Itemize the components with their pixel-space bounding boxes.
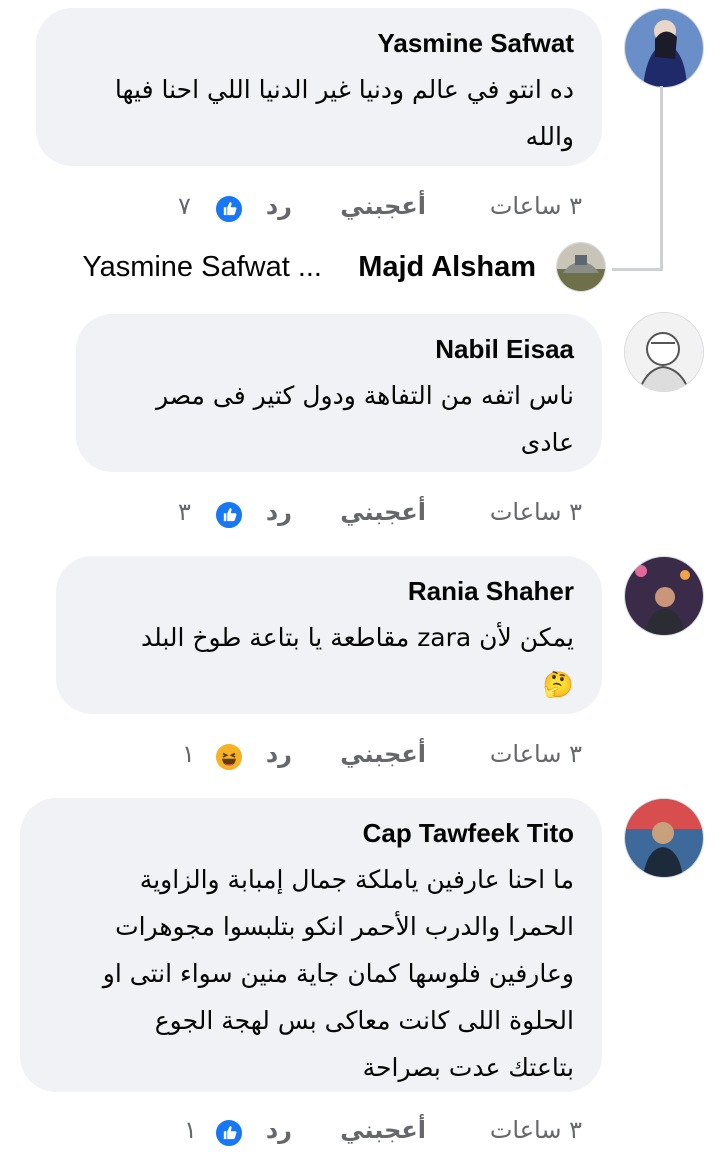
reply-button[interactable]: رد bbox=[266, 192, 292, 220]
like-icon[interactable] bbox=[214, 1118, 244, 1148]
comment-timestamp[interactable]: ٣ ساعات bbox=[490, 1116, 582, 1144]
reply-button[interactable]: رد bbox=[266, 740, 292, 768]
like-button[interactable]: أعجبني bbox=[340, 1116, 426, 1144]
haha-icon[interactable] bbox=[214, 742, 244, 772]
avatar[interactable] bbox=[624, 798, 704, 878]
avatar[interactable] bbox=[624, 312, 704, 392]
thread-line bbox=[660, 86, 663, 271]
comment-text: ما احنا عارفين ياملكة جمال إمبابة والزاو… bbox=[102, 865, 574, 1082]
like-button[interactable]: أعجبني bbox=[340, 498, 426, 526]
avatar-sketch-icon bbox=[625, 313, 703, 391]
comment-timestamp[interactable]: ٣ ساعات bbox=[490, 740, 582, 768]
comment-actions: ٣ ساعات أعجبني رد ٣ bbox=[170, 494, 582, 534]
like-icon[interactable] bbox=[214, 500, 244, 530]
comment-author[interactable]: Nabil Eisaa bbox=[104, 332, 574, 366]
reaction-count[interactable]: ١ bbox=[182, 740, 195, 768]
avatar[interactable] bbox=[624, 8, 704, 88]
thread-line bbox=[612, 268, 663, 271]
like-icon[interactable] bbox=[214, 194, 244, 224]
comment-bubble: Yasmine Safwat ده انتو في عالم ودنيا غير… bbox=[36, 8, 602, 166]
comment-author[interactable]: Cap Tawfeek Tito bbox=[48, 816, 574, 850]
comment-author[interactable]: Yasmine Safwat bbox=[64, 26, 574, 60]
avatar-landscape-icon bbox=[557, 243, 605, 291]
avatar[interactable] bbox=[556, 242, 606, 292]
reaction-count[interactable]: ٣ bbox=[178, 498, 191, 526]
reply-button[interactable]: رد bbox=[266, 498, 292, 526]
avatar-photo-icon bbox=[625, 799, 703, 877]
reaction-count[interactable]: ٧ bbox=[178, 192, 191, 220]
comment-text: يمكن لأن zara مقاطعة يا بتاعة طوخ البلد … bbox=[140, 623, 574, 699]
reply-preview[interactable]: Yasmine Safwat ... bbox=[82, 247, 322, 287]
comment-timestamp[interactable]: ٣ ساعات bbox=[490, 498, 582, 526]
like-button[interactable]: أعجبني bbox=[340, 192, 426, 220]
comment-bubble: Cap Tawfeek Tito ما احنا عارفين ياملكة ج… bbox=[20, 798, 602, 1092]
comment-bubble: Nabil Eisaa ناس اتفه من التفاهة ودول كتي… bbox=[76, 314, 602, 472]
comment-text: ده انتو في عالم ودنيا غير الدنيا اللي اح… bbox=[114, 75, 574, 151]
comment-text: ناس اتفه من التفاهة ودول كتير فى مصر عاد… bbox=[156, 381, 574, 457]
avatar[interactable] bbox=[624, 556, 704, 636]
comment-actions: ٣ ساعات أعجبني رد ١ bbox=[170, 736, 582, 776]
comment-actions: ٣ ساعات أعجبني رد ٧ bbox=[170, 188, 582, 228]
comment-author[interactable]: Rania Shaher bbox=[84, 574, 574, 608]
avatar-photo-icon bbox=[625, 9, 703, 87]
avatar-photo-icon bbox=[625, 557, 703, 635]
reply-author[interactable]: Majd Alsham bbox=[358, 247, 536, 287]
reply-button[interactable]: رد bbox=[266, 1116, 292, 1144]
reaction-count[interactable]: ١ bbox=[184, 1116, 197, 1144]
comment-actions: ٣ ساعات أعجبني رد ١ bbox=[170, 1112, 582, 1152]
comment-bubble: Rania Shaher يمكن لأن zara مقاطعة يا بتا… bbox=[56, 556, 602, 714]
comment-timestamp[interactable]: ٣ ساعات bbox=[490, 192, 582, 220]
like-button[interactable]: أعجبني bbox=[340, 740, 426, 768]
